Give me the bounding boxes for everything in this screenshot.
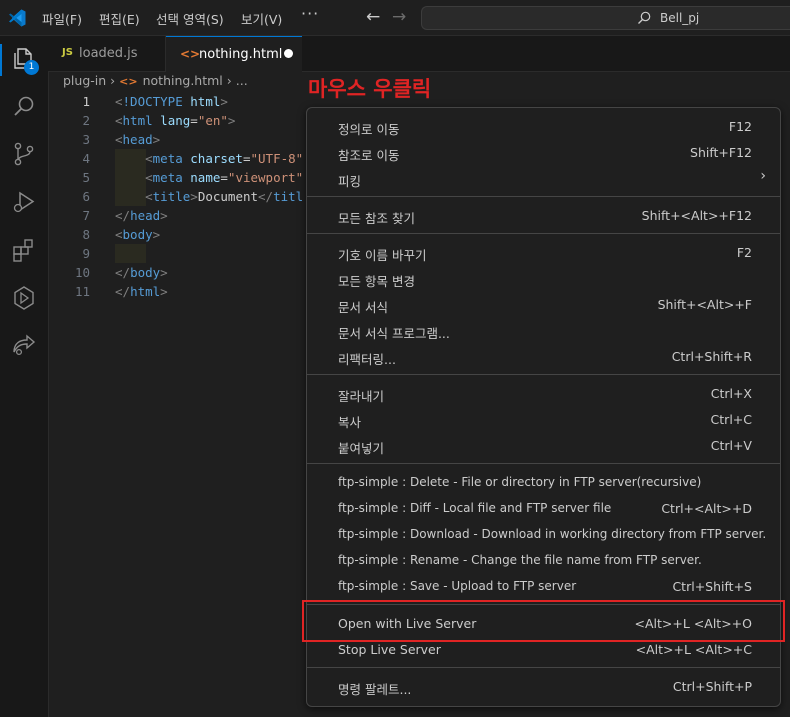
extensions-icon[interactable]	[9, 235, 39, 265]
shortcut: Shift+<Alt>+F	[657, 297, 752, 312]
line-number: 8	[82, 227, 90, 242]
breadcrumb-more[interactable]: ...	[236, 73, 248, 88]
chevron-right-icon: ›	[760, 168, 766, 184]
shortcut: Ctrl+Shift+R	[671, 349, 752, 364]
menu-rename-symbol[interactable]: 기호 이름 바꾸기	[338, 245, 426, 264]
menu-go-to-definition[interactable]: 정의로 이동	[338, 119, 399, 138]
shortcut: Ctrl+Shift+P	[672, 679, 752, 694]
code-line: <meta name="viewport"	[145, 170, 304, 185]
shortcut: Shift+<Alt>+F12	[641, 208, 752, 223]
search-icon[interactable]	[9, 92, 39, 122]
menu-command-palette[interactable]: 명령 팔레트...	[338, 679, 411, 698]
line-number: 5	[82, 170, 90, 185]
menu-cut[interactable]: 잘라내기	[338, 386, 384, 405]
html-file-icon: <>	[180, 47, 201, 61]
activity-bar: 1	[0, 36, 49, 717]
shortcut: <Alt>+L <Alt>+C	[635, 642, 752, 657]
tab-loaded-js[interactable]: JS loaded.js	[48, 36, 166, 71]
code-line: <head>	[115, 132, 161, 147]
editor-tab-bar: JS loaded.js <> nothing.html	[48, 36, 790, 72]
menu-format-document-with[interactable]: 문서 서식 프로그램...	[338, 323, 450, 342]
menu-change-all-occurrences[interactable]: 모든 항목 변경	[338, 271, 415, 290]
remote-explorer-icon[interactable]	[9, 283, 39, 313]
menu-format-document[interactable]: 문서 서식	[338, 297, 388, 316]
run-debug-icon[interactable]	[9, 187, 39, 217]
code-line: </head>	[115, 208, 168, 223]
tab-label: loaded.js	[79, 46, 138, 61]
tab-nothing-html[interactable]: <> nothing.html	[166, 36, 302, 72]
code-line: <meta charset="UTF-8"	[145, 151, 304, 166]
highlight-box	[302, 600, 785, 642]
shortcut: Shift+F12	[690, 145, 752, 160]
title-bar: 파일(F) 편집(E) 선택 영역(S) 보기(V) ··· ← → Bell_…	[0, 0, 790, 36]
code-line: </html>	[115, 284, 168, 299]
code-line: <body>	[115, 227, 161, 242]
shortcut: Ctrl+X	[710, 386, 752, 401]
menu-separator	[307, 374, 780, 375]
menu-paste[interactable]: 붙여넣기	[338, 438, 384, 457]
search-icon	[638, 11, 651, 24]
shortcut: Ctrl+<Alt>+D	[661, 501, 752, 516]
vscode-logo-icon	[9, 9, 26, 27]
menu-stop-live-server[interactable]: Stop Live Server	[338, 642, 441, 657]
menu-ftp-delete[interactable]: ftp-simple : Delete - File or directory …	[338, 475, 701, 489]
menu-separator	[307, 233, 780, 234]
line-number: 3	[82, 132, 90, 147]
unsaved-dot-icon[interactable]	[284, 49, 293, 58]
menu-refactor[interactable]: 리팩터링...	[338, 349, 396, 368]
menu-selection[interactable]: 선택 영역(S)	[156, 9, 224, 28]
shortcut: F2	[736, 245, 752, 260]
line-number: 11	[74, 284, 90, 299]
line-number: 1	[82, 94, 90, 109]
line-number: 7	[82, 208, 90, 223]
live-share-icon[interactable]	[9, 330, 39, 360]
code-line: <html lang="en">	[115, 113, 236, 128]
shortcut: Ctrl+C	[710, 412, 752, 427]
line-number: 10	[74, 265, 90, 280]
menu-peek[interactable]: 피킹	[338, 171, 361, 190]
breadcrumb-file[interactable]: nothing.html	[143, 73, 223, 88]
js-file-icon: JS	[62, 47, 73, 58]
code-line: <!DOCTYPE html>	[115, 94, 228, 109]
menu-copy[interactable]: 복사	[338, 412, 361, 431]
active-indicator	[0, 44, 2, 76]
html-file-icon: <>	[119, 75, 138, 88]
menu-separator	[307, 196, 780, 197]
shortcut: Ctrl+Shift+S	[672, 579, 752, 594]
menu-view[interactable]: 보기(V)	[241, 9, 282, 28]
forward-arrow-icon[interactable]: →	[392, 7, 406, 27]
menu-ftp-save[interactable]: ftp-simple : Save - Upload to FTP server	[338, 579, 576, 593]
source-control-icon[interactable]	[9, 139, 39, 169]
command-center-search[interactable]: Bell_pj	[421, 6, 790, 30]
menu-ftp-rename[interactable]: ftp-simple : Rename - Change the file na…	[338, 553, 702, 567]
chevron-right-icon: ›	[226, 73, 232, 88]
menu-separator	[307, 667, 780, 668]
menu-ftp-download[interactable]: ftp-simple : Download - Download in work…	[338, 527, 766, 541]
more-menus-button[interactable]: ···	[301, 4, 319, 23]
shortcut: F12	[728, 119, 752, 134]
breadcrumb: plug-in › <> nothing.html ›...	[63, 73, 248, 88]
breadcrumb-folder[interactable]: plug-in	[63, 73, 106, 88]
line-number: 2	[82, 113, 90, 128]
line-number: 9	[82, 246, 90, 261]
menu-find-all-references[interactable]: 모든 참조 찾기	[338, 208, 415, 227]
search-text: Bell_pj	[660, 11, 700, 25]
menu-file[interactable]: 파일(F)	[42, 9, 82, 28]
code-line: </body>	[115, 265, 168, 280]
back-arrow-icon[interactable]: ←	[366, 7, 380, 27]
menu-separator	[307, 463, 780, 464]
code-line: <title>Document</titl	[145, 189, 304, 204]
line-number: 6	[82, 189, 90, 204]
shortcut: Ctrl+V	[710, 438, 752, 453]
menu-go-to-references[interactable]: 참조로 이동	[338, 145, 399, 164]
menu-ftp-diff[interactable]: ftp-simple : Diff - Local file and FTP s…	[338, 501, 611, 515]
chevron-right-icon: ›	[110, 73, 116, 88]
indent-guide	[115, 244, 146, 263]
explorer-badge: 1	[24, 60, 39, 75]
menu-edit[interactable]: 편집(E)	[99, 9, 140, 28]
line-number: 4	[82, 151, 90, 166]
tab-label: nothing.html	[199, 47, 283, 62]
